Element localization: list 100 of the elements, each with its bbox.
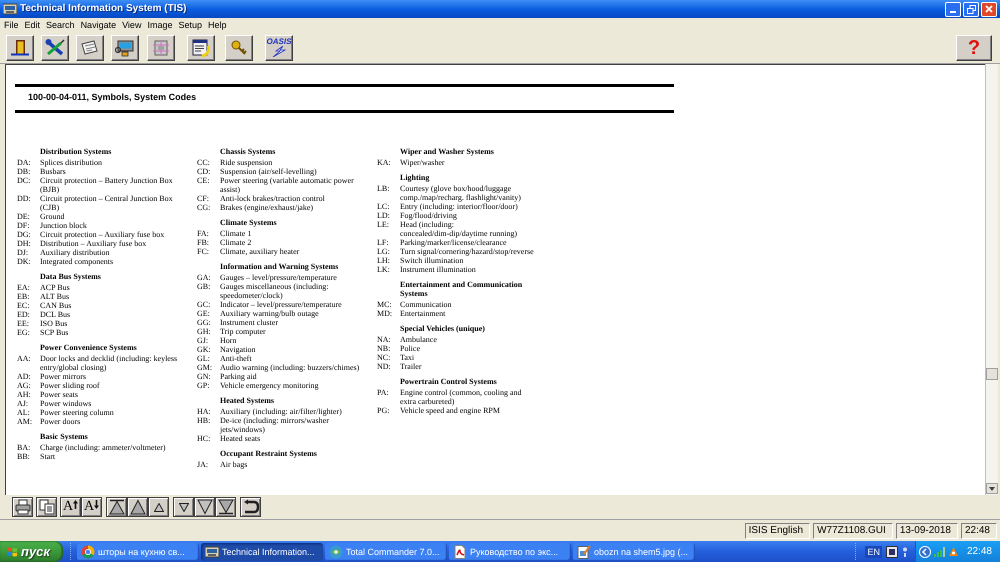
code-description: Parking aid [220,372,257,381]
taskbar-clock: 22:48 [966,546,992,556]
system-code: DF: [17,221,30,230]
up-triangle-icon [130,499,146,515]
menu-item[interactable]: Image [144,19,176,31]
system-code: EB: [17,292,30,301]
system-code: GG: [197,318,212,327]
section-heading: Entertainment and Communication Systems [400,280,522,298]
section-heading: Distribution Systems [40,147,112,156]
triangle-tray-icon[interactable] [948,546,959,557]
code-description: Horn [220,336,236,345]
system-code: LG: [377,247,391,256]
close-button[interactable] [981,2,997,16]
system-code: MD: [377,309,394,318]
bottom-triangle-icon [218,499,234,515]
system-code: GJ: [197,336,210,345]
system-code: DJ: [17,248,30,257]
info-icon[interactable] [902,546,908,556]
menu-item[interactable]: Help [205,19,230,31]
code-description: Power mirrors [40,372,86,381]
code-description: Head (including: concealed/dim-dip/daytime running) [400,220,518,238]
code-description: Taxi [400,353,414,362]
code-description: Power steering column [40,408,114,417]
logo-button[interactable]: OASIS [265,34,293,60]
document-title: 100-00-04-011, Symbols, System Codes [28,92,196,103]
windows-flag-icon [6,546,18,558]
section-heading: Basic Systems [40,432,88,441]
toolbar-button[interactable] [215,497,236,517]
scroll-down-button[interactable] [986,483,998,494]
system-code: AA: [17,354,32,365]
system-code: EE: [17,319,30,328]
taskbar-button[interactable]: шторы на кухню св... [77,542,199,560]
scrollbar-thumb[interactable] [986,368,998,380]
square-tray-icon[interactable] [886,546,898,558]
code-description: Integrated components [40,257,114,266]
undo-arrow-icon [242,499,258,515]
toolbar-button[interactable] [12,497,33,517]
toolbar-button[interactable] [127,497,148,517]
code-description: Climate, auxiliary heater [220,247,300,256]
code-description: Auxiliary distribution [40,248,110,257]
code-description: Start [40,452,56,461]
device-icon [115,38,135,58]
code-description: Instrument cluster [220,318,278,327]
code-description: Vehicle speed and engine RPM [400,406,500,415]
code-description: Parking/marker/license/clearance [400,238,507,247]
system-code: AG: [17,381,32,390]
code-description: Circuit protection – Central Junction Box (CJB) [40,194,173,212]
toolbar-button[interactable] [36,497,57,517]
small-up-triangle-icon [154,502,164,512]
menu-item[interactable]: Search [43,19,78,31]
toolbar-button[interactable] [240,497,261,517]
system-code: CD: [197,167,212,176]
section-heading: Heated Systems [220,396,274,405]
smaller-text-button[interactable]: A [81,497,102,517]
code-description: Junction block [40,221,87,230]
start-button[interactable]: пуск [0,541,63,562]
language-indicator[interactable]: EN [865,546,882,558]
menu-item[interactable]: Setup [175,19,205,31]
code-description: Anti-lock brakes/traction control [220,194,325,203]
system-code: GM: [197,363,214,372]
system-code: ED: [17,310,31,319]
section-heading: Power Convenience Systems [40,343,137,352]
toolbar-button[interactable] [194,497,215,517]
menu-item[interactable]: Edit [22,19,44,31]
toolbar-button[interactable] [106,497,127,517]
taskbar-button[interactable]: Руководство по экс... [449,542,571,560]
minimize-button[interactable] [945,2,961,16]
system-code: HA: [197,407,212,416]
toolbar-button[interactable] [173,497,194,517]
system-code: AD: [17,372,32,381]
printer-icon [14,499,30,515]
taskbar-button[interactable]: obozn na shem5.jpg (... [573,542,695,560]
larger-text-button[interactable]: A [60,497,81,517]
system-code: GE: [197,309,211,318]
system-code: HC: [197,434,212,443]
system-code: AH: [17,390,32,399]
system-code: DH: [17,239,32,248]
code-description: Audio warning (including: buzzers/chimes) [220,363,360,372]
lightning-icon [271,46,287,56]
section-heading: Special Vehicles (unique) [400,324,485,333]
restore-button[interactable] [963,2,979,16]
taskbar-button[interactable]: Total Commander 7.0... [325,542,447,560]
system-code: LB: [377,184,390,195]
code-description: Trip computer [220,327,266,336]
system-code: DD: [17,194,32,205]
circuit-board-icon [151,38,171,58]
code-description: Courtesy (glove box/hood/luggage comp./map/recharg. flashlight/vanity) [400,184,521,202]
taskbar-button[interactable]: Technical Information... [201,542,323,560]
code-description: Circuit protection – Auxiliary fuse box [40,230,164,239]
status-panel: 13-09-2018 [896,522,958,538]
toolbar-button[interactable] [148,497,169,517]
menu-item[interactable]: Navigate [78,19,120,31]
minimize-icon [950,10,956,12]
menu-item[interactable]: View [119,19,144,31]
vertical-scrollbar[interactable] [985,64,998,495]
system-code: GK: [197,345,212,354]
menu-item[interactable]: File [1,19,22,31]
code-description: Door locks and decklid (including: keyless entry/global closing) [40,354,178,372]
code-description: DCL Bus [40,310,70,319]
system-code: ND: [377,362,392,371]
